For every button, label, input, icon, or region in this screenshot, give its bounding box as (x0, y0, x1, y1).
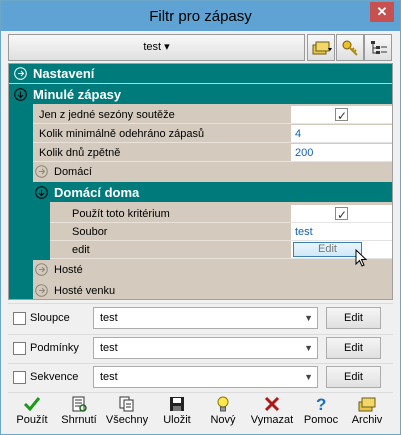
prop-value[interactable]: 4 (291, 125, 392, 143)
prop-name: Jen z jedné sezóny soutěže (33, 106, 291, 124)
group-minule-zapasy[interactable]: Minulé zápasy (9, 84, 392, 104)
sekvence-edit-button[interactable]: Edit (326, 366, 381, 388)
close-button[interactable]: ✕ (370, 2, 394, 22)
pomoc-button[interactable]: ? Pomoc (299, 395, 343, 433)
row-podminky: Podmínky test ▼ Edit (8, 335, 393, 362)
group-hoste-venku[interactable]: Hosté venku (33, 281, 392, 299)
row-sekvence: Sekvence test ▼ Edit (8, 364, 393, 391)
sloupce-select[interactable]: test ▼ (93, 307, 318, 329)
novy-button[interactable]: Nový (201, 395, 245, 433)
select-value: test (100, 312, 118, 324)
group-label: Minulé zápasy (33, 87, 122, 102)
lightbulb-icon (217, 396, 229, 412)
chevron-down-icon: ▼ (304, 372, 313, 382)
group-domaci[interactable]: Domácí (33, 162, 392, 182)
row-sloupce: Sloupce test ▼ Edit (8, 305, 393, 332)
help-icon: ? (316, 395, 326, 413)
prop-name: edit (50, 241, 291, 259)
button-label: Archiv (351, 414, 383, 426)
filter-window: Filtr pro zápasy ✕ test ▾ Nastavení Minu… (0, 0, 401, 435)
prop-value[interactable]: 200 (291, 144, 392, 162)
vymazat-button[interactable]: Vymazat (247, 395, 297, 433)
sekvence-checkbox[interactable] (13, 371, 26, 384)
prop-value-checkbox[interactable] (291, 205, 392, 224)
prop-value-checkbox[interactable] (291, 106, 392, 125)
expand-arrow-icon (14, 67, 27, 80)
checkbox-checked-icon[interactable] (335, 206, 348, 224)
prop-name: Soubor (50, 223, 291, 241)
group-label: Nastavení (33, 66, 95, 81)
podminky-select[interactable]: test ▼ (93, 337, 318, 359)
folders-button[interactable] (307, 34, 335, 61)
expand-arrow-icon (35, 165, 48, 178)
collapse-arrow-icon (35, 186, 48, 199)
sloupce-edit-button[interactable]: Edit (326, 307, 381, 329)
pouzit-button[interactable]: Použít (10, 395, 54, 433)
archive-icon (358, 397, 376, 412)
tree-indent (9, 104, 33, 299)
group-hoste[interactable]: Hosté (33, 260, 392, 280)
row-label: Sekvence (30, 371, 79, 383)
summary-icon (72, 396, 87, 412)
row-label: Podmínky (30, 342, 79, 354)
title-bar: Filtr pro zápasy ✕ (1, 1, 400, 31)
folders-icon (312, 41, 332, 55)
sekvence-select[interactable]: test ▼ (93, 366, 318, 388)
select-value: test (100, 342, 118, 354)
group-label: Domácí (54, 166, 92, 178)
prop-name: Kolik minimálně odehráno zápasů (33, 125, 291, 143)
all-files-icon (119, 396, 134, 412)
window-title: Filtr pro zápasy (149, 8, 252, 25)
select-value: test (100, 371, 118, 383)
tree-view-icon (371, 41, 387, 54)
expand-arrow-icon (35, 263, 48, 276)
row-label: Sloupce (30, 312, 70, 324)
shrnuti-button[interactable]: Shrnutí (57, 395, 101, 433)
group-label: Domácí doma (54, 185, 140, 200)
toolbar: test ▾ (8, 34, 393, 62)
vsechny-button[interactable]: Všechny (105, 395, 149, 433)
prop-name: Použít toto kritérium (50, 205, 291, 223)
podminky-edit-button[interactable]: Edit (326, 337, 381, 359)
group-label: Hosté venku (54, 285, 116, 297)
key-button[interactable] (336, 34, 364, 61)
button-label: Pomoc (303, 414, 339, 426)
delete-x-icon (264, 396, 280, 412)
podminky-checkbox[interactable] (13, 342, 26, 355)
inline-edit-button[interactable]: Edit (293, 242, 362, 257)
divider (8, 303, 393, 304)
sloupce-checkbox[interactable] (13, 312, 26, 325)
button-label: Vymazat (250, 414, 294, 426)
chevron-down-icon: ▼ (304, 313, 313, 323)
button-label: Uložit (163, 414, 191, 426)
group-nastaveni[interactable]: Nastavení (9, 64, 392, 83)
bottom-toolbar: Použít Shrnutí Všechny Uložit Nový Vymaz… (1, 393, 400, 435)
button-label: Nový (210, 414, 236, 426)
group-label: Hosté (54, 264, 83, 276)
expand-arrow-icon (35, 284, 48, 297)
prop-name: Kolik dnů zpětně (33, 144, 291, 162)
archiv-button[interactable]: Archiv (345, 395, 389, 433)
filter-tree: Nastavení Minulé zápasy Jen z jedné sezó… (8, 63, 393, 300)
collapse-arrow-icon (14, 88, 27, 101)
button-label: Všechny (105, 414, 149, 426)
filter-select-button[interactable]: test ▾ (8, 34, 305, 61)
svg-text:?: ? (316, 395, 326, 413)
key-icon (342, 40, 358, 56)
button-label: Shrnutí (61, 414, 97, 426)
checkmark-icon (23, 397, 41, 412)
tree-view-button[interactable] (364, 34, 392, 61)
chevron-down-icon: ▼ (304, 343, 313, 353)
ulozit-button[interactable]: Uložit (155, 395, 199, 433)
floppy-disk-icon (170, 397, 184, 411)
tree-indent (33, 202, 50, 260)
prop-value[interactable]: test (291, 223, 392, 241)
checkbox-checked-icon[interactable] (335, 107, 348, 125)
button-label: Použít (16, 414, 48, 426)
prop-value-edit: Edit (291, 241, 392, 267)
group-domaci-doma[interactable]: Domácí doma (33, 182, 392, 202)
